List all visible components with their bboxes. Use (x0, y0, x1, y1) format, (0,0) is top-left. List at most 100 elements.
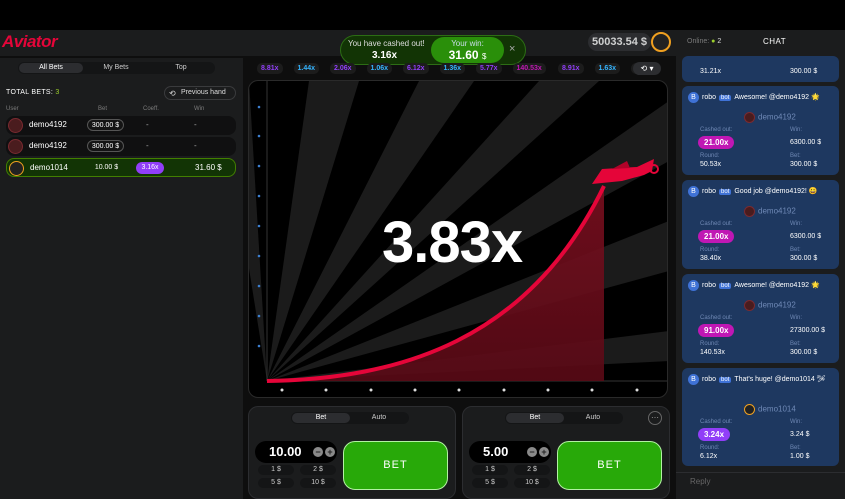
tab-bet[interactable]: Bet (292, 413, 350, 423)
history-multiplier[interactable]: 6.12x (403, 63, 429, 74)
bet-panel: Bet Auto 5.00 − + 1 $ 2 $ 5 $ 10 $ BET (462, 406, 670, 499)
quick-amount-button[interactable]: 10 $ (514, 478, 550, 488)
message-header: Brobo bot Awesome! @demo4192 🌟 (688, 92, 820, 103)
bet-coef: - (146, 141, 149, 150)
bet-win: - (194, 120, 197, 129)
col-win: Win (194, 106, 205, 112)
decrease-button[interactable]: − (527, 447, 537, 457)
history-multiplier[interactable]: 1.06x (366, 63, 393, 74)
quick-amount-button[interactable]: 2 $ (300, 465, 336, 475)
tab-top[interactable]: Top (148, 63, 214, 73)
message-header: Brobo bot Awesome! @demo4192 🌟 (688, 280, 820, 291)
chat-message-partial: 31.21x 300.00 $ (682, 56, 839, 82)
history-multiplier[interactable]: 8.91x (558, 63, 584, 74)
bet-label: Bet: (790, 445, 801, 451)
header-bar (0, 30, 676, 56)
shared-bet-user: demo4192 (744, 206, 796, 217)
user-badge: B (688, 186, 699, 197)
quick-amount-button[interactable]: 1 $ (472, 465, 508, 475)
quick-amount-button[interactable]: 5 $ (472, 478, 508, 488)
bet-panel: Bet Auto 10.00 − + 1 $ 2 $ 5 $ 10 $ BET (248, 406, 456, 499)
chat-message: Brobo bot That's huge! @demo1014 🛩 demo101… (682, 368, 839, 466)
reply-input[interactable]: Reply (690, 477, 710, 486)
bet-label: Bet: (790, 153, 801, 159)
avatar (9, 161, 24, 176)
online-status: Online: ● 2 (687, 38, 722, 45)
tab-auto[interactable]: Auto (350, 413, 408, 423)
col-coef: Coeff. (143, 106, 159, 112)
bet-label: Bet: (790, 341, 801, 347)
shared-bet-user: demo1014 (744, 404, 796, 415)
toast-close-button[interactable]: × (509, 43, 515, 55)
history-icon: ⟲ (169, 89, 176, 98)
app-logo: Aviator (2, 32, 58, 51)
win-value: 6300.00 $ (790, 233, 822, 240)
win-label: Win: (790, 127, 802, 133)
history-multiplier[interactable]: 1.63x (594, 63, 621, 74)
decrease-button[interactable]: − (313, 447, 323, 457)
history-multiplier[interactable]: 1.36x (439, 63, 466, 74)
history-toggle-button[interactable]: ⟲ ▾ (633, 62, 661, 75)
round-label: Round: (700, 445, 720, 451)
bet-mode-tabs: Bet Auto (291, 412, 409, 424)
total-bets-label: TOTAL BETS: 3 (6, 89, 60, 96)
quick-amount-button[interactable]: 2 $ (514, 465, 550, 475)
bets-tabs: All Bets My Bets Top (18, 62, 215, 74)
remove-panel-icon[interactable]: ⋯ (648, 411, 662, 425)
cashed-value: 3.24x (698, 428, 731, 441)
round-label: Round: (700, 341, 720, 347)
tab-auto[interactable]: Auto (564, 413, 622, 423)
chat-message: Brobo bot Awesome! @demo4192 🌟 demo4192 Ca… (682, 86, 839, 175)
bet-row: demo1014 10.00 $ 3.16x 31.60 $ (6, 158, 236, 177)
win-label: Win: (790, 221, 802, 227)
bet-label: Bet: (790, 247, 801, 253)
bet-user: demo4192 (29, 141, 67, 150)
toast-win-value: 31.60 $ (448, 48, 487, 62)
bet-mode-tabs: Bet Auto (505, 412, 623, 424)
bet-coef: 3.16x (136, 162, 164, 174)
increase-button[interactable]: + (325, 447, 335, 457)
bet-button[interactable]: BET (343, 441, 448, 490)
message-header: Brobo bot That's huge! @demo1014 🛩 (688, 374, 826, 385)
user-avatar[interactable] (651, 32, 671, 52)
win-label: Win: (790, 419, 802, 425)
bet-row: demo4192 300.00 $ - - (6, 116, 236, 135)
round-label: Round: (700, 247, 720, 253)
history-multiplier[interactable]: 5.77x (476, 63, 502, 74)
total-bets-count: 3 (55, 89, 60, 96)
bet-value: 300.00 $ (790, 161, 818, 168)
tab-all-bets[interactable]: All Bets (19, 63, 83, 73)
round-label: Round: (700, 153, 720, 159)
bet-value: 1.00 $ (790, 453, 810, 460)
bet-win: - (194, 141, 197, 150)
round-value: 140.53x (700, 349, 725, 356)
shared-bet-user: demo4192 (744, 112, 796, 123)
quick-amount-button[interactable]: 1 $ (258, 465, 294, 475)
bet-coef: - (146, 120, 149, 129)
cashed-label: Cashed out: (700, 419, 733, 425)
message-header: Brobo bot Good job @demo4192! 😀 (688, 186, 818, 197)
cashed-label: Cashed out: (700, 127, 733, 133)
increase-button[interactable]: + (539, 447, 549, 457)
round-value: 50.53x (700, 161, 722, 168)
user-badge: B (688, 92, 699, 103)
quick-amount-button[interactable]: 5 $ (258, 478, 294, 488)
balance-display: 50033.54 $ (588, 33, 652, 51)
window-top-strip (0, 0, 845, 30)
bet-button[interactable]: BET (557, 441, 662, 490)
history-multiplier[interactable]: 140.53x (512, 63, 546, 74)
quick-amount-button[interactable]: 10 $ (300, 478, 336, 488)
user-badge: B (688, 374, 699, 385)
history-multiplier[interactable]: 8.81x (257, 63, 283, 74)
history-multiplier[interactable]: 2.06x (330, 63, 356, 74)
col-bet: Bet (98, 106, 108, 112)
x-axis-dots (280, 388, 639, 392)
previous-hand-button[interactable]: ⟲ Previous hand (164, 86, 236, 100)
user-badge: B (688, 280, 699, 291)
win-value: 3.24 $ (790, 431, 810, 438)
history-multiplier[interactable]: 1.44x (293, 63, 320, 74)
bet-amount: 10.00 $ (94, 164, 119, 171)
toast-multiplier: 3.16x (372, 50, 398, 61)
tab-bet[interactable]: Bet (506, 413, 564, 423)
tab-my-bets[interactable]: My Bets (84, 63, 148, 73)
